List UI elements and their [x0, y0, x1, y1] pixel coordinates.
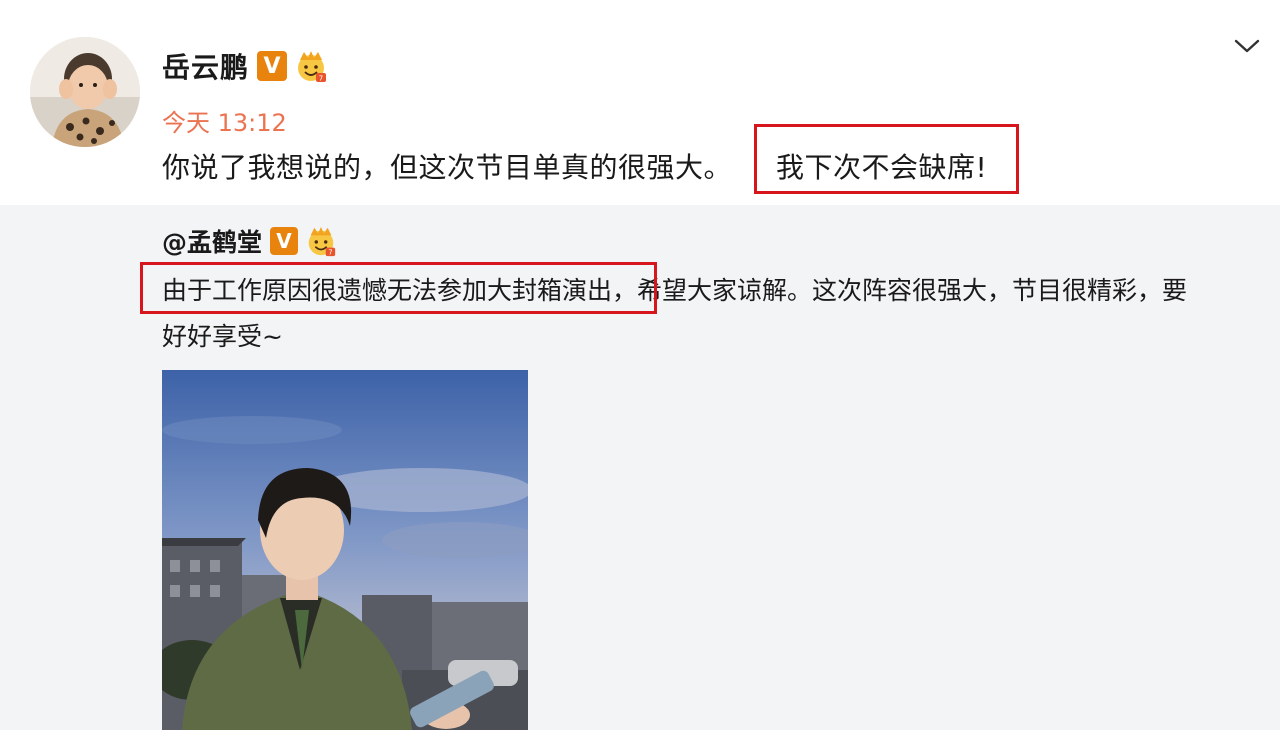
svg-text:7: 7 [328, 249, 332, 257]
repost-text-highlighted: 由于工作原因很遗憾无法参加大封箱演出， [162, 276, 638, 305]
weibo-post: 岳云鹏 V 7 今天 13:12 你说了我想说的，但这次节目单真的很强大。 我下… [0, 0, 1280, 730]
repost-text-line1: 由于工作原因很遗憾无法参加大封箱演出，希望大家谅解。这次阵容很强大，节目很精彩，… [162, 271, 1187, 307]
username[interactable]: 岳云鹏 [162, 46, 249, 86]
repost-card: @孟鹤堂 V 7 由于工作原因很遗憾无法参加大封箱演出，希望大家谅解。这次阵容很… [0, 205, 1280, 730]
username-row: 岳云鹏 V 7 [162, 46, 329, 86]
repost-username[interactable]: @孟鹤堂 [162, 223, 262, 259]
repost-text-line2: 好好享受~ [162, 322, 283, 351]
svg-text:7: 7 [319, 75, 323, 83]
repost-text-rest: 希望大家谅解。这次阵容很强大，节目很精彩，要 [637, 276, 1188, 305]
member-crown-icon: 7 [298, 51, 327, 83]
photo-image [162, 370, 528, 730]
post-text: 你说了我想说的，但这次节目单真的很强大。 [162, 151, 733, 184]
chevron-down-icon[interactable] [1232, 34, 1262, 58]
post-text-highlighted: 我下次不会缺席! [776, 151, 988, 184]
member-crown-icon: 7 [308, 226, 336, 257]
avatar-image [30, 37, 140, 147]
avatar[interactable] [30, 37, 140, 147]
post-header: 岳云鹏 V 7 今天 13:12 你说了我想说的，但这次节目单真的很强大。 我下… [0, 0, 1280, 205]
repost-photo[interactable] [162, 370, 528, 730]
repost-user-row: @孟鹤堂 V 7 [162, 223, 338, 259]
verified-v-icon: V [270, 227, 299, 255]
post-time[interactable]: 今天 13:12 [162, 103, 287, 138]
verified-v-icon: V [257, 51, 288, 81]
